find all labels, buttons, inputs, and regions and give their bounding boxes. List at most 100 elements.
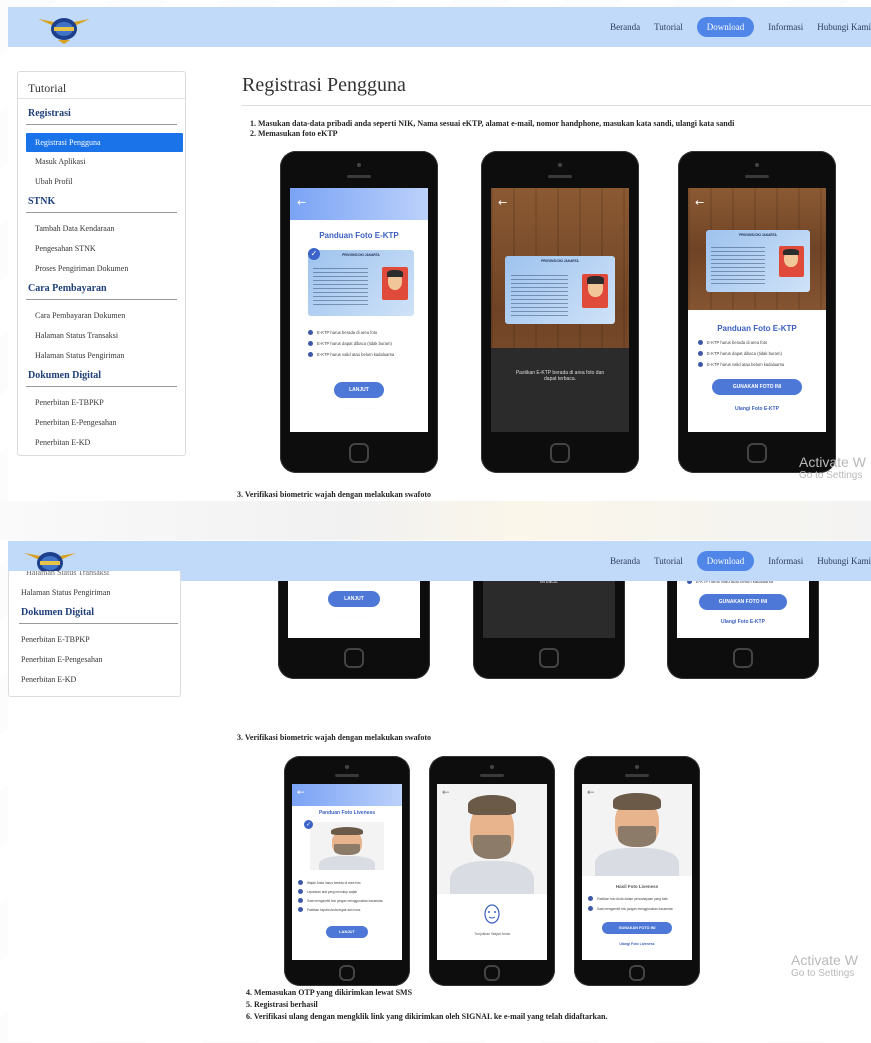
check-icon: ✓ (304, 820, 313, 829)
nav-hubungi-kami[interactable]: Hubungi Kami (817, 22, 871, 32)
sidebar-item-penerbitan-e-kd[interactable]: Penerbitan E-KD (18, 433, 185, 453)
phone-screen: ← Panduan Foto E-KTP PROVINSI DKI JAKART… (290, 188, 428, 432)
ulangi-foto-link[interactable]: Ulangi Foto E-KTP (677, 619, 809, 625)
faint-note: · · · · · · · · · · · · · · (334, 944, 360, 948)
nav-download[interactable]: Download (696, 17, 755, 37)
ktp-bullet: E-KTP harus dapat dibaca (tidak buram) (308, 341, 394, 352)
ektp-card-lines (313, 268, 369, 309)
back-arrow-icon[interactable]: ← (695, 196, 704, 209)
ektp-card-image: PROVINSI DKI JAKARTA (308, 250, 414, 316)
home-button-icon (629, 965, 645, 981)
home-button-icon (484, 965, 500, 981)
lanjut-button[interactable]: LANJUT (326, 926, 368, 938)
liveness-camera-face (437, 784, 547, 894)
phone-ktp-preview: ← PROVINSI DKI JAKARTA Panduan Foto E-KT… (678, 151, 836, 473)
sidebar-section-cara-pembayaran: Cara Pembayaran (28, 283, 107, 294)
sidebar-item-halaman-status-pengiriman[interactable]: Halaman Status Pengiriman (18, 346, 185, 366)
nav-download[interactable]: Download (696, 551, 755, 571)
gunakan-foto-button[interactable]: GUNAKAN FOTO INI (699, 594, 787, 610)
sidebar-item-penerbitan-e-kd[interactable]: Penerbitan E-KD (9, 670, 180, 690)
liveness-result-bullet: Saat mengambil foto jangan menggunakan k… (588, 906, 673, 916)
home-button-icon (747, 443, 767, 463)
sidebar-item-penerbitan-e-pengesahan[interactable]: Penerbitan E-Pengesahan (18, 413, 185, 433)
ktp-guide-title: Panduan Foto E-KTP (319, 231, 399, 240)
home-button-icon (733, 648, 753, 668)
phone-speaker (335, 774, 359, 777)
sidebar-item-penerbitan-e-tbpkp[interactable]: Penerbitan E-TBPKP (9, 630, 180, 650)
sidebar-item-halaman-status-pengiriman[interactable]: Halaman Status Pengiriman (9, 583, 180, 603)
liveness-bullet: Saat mengambil foto jangan menggunakan k… (298, 898, 383, 907)
ktp-bullet: E-KTP harus berada di area foto (308, 330, 394, 341)
back-arrow-icon[interactable]: ← (297, 788, 305, 798)
liveness-result-bullets: Pastikan foto Anda dalam pencahayaan yan… (588, 896, 673, 916)
sidebar-item-masuk-aplikasi[interactable]: Masuk Aplikasi (18, 152, 185, 172)
face-body (595, 848, 679, 876)
watermark-line1: Activate W (791, 952, 858, 968)
background-band (0, 500, 871, 540)
face-hair (467, 795, 517, 815)
faint-note: · · · · · · · · · · · · · · · · · · · (342, 406, 376, 410)
back-arrow-icon[interactable]: ← (442, 788, 450, 798)
sidebar-item-registrasi-pengguna[interactable]: Registrasi Pengguna (26, 133, 183, 152)
divider (26, 386, 177, 387)
sidebar-item-ubah-profil[interactable]: Ubah Profil (18, 172, 185, 192)
sidebar-item-proses-pengiriman-dokumen[interactable]: Proses Pengiriman Dokumen (18, 259, 185, 279)
phone-camera (357, 163, 361, 167)
step-4-text: 4. Memasukan OTP yang dikirimkan lewat S… (246, 988, 413, 997)
back-arrow-icon[interactable]: ← (498, 196, 507, 209)
nav-tutorial[interactable]: Tutorial (654, 22, 683, 32)
liveness-result-bullet: Pastikan foto Anda dalam pencahayaan yan… (588, 896, 673, 906)
liveness-bullet: Lepaskan alat yang menutup wajah (298, 889, 383, 898)
nav-informasi[interactable]: Informasi (768, 556, 803, 566)
sidebar-item-tambah-data-kendaraan[interactable]: Tambah Data Kendaraan (18, 219, 185, 239)
watermark-line1: Activate W (799, 454, 866, 470)
ulangi-foto-link[interactable]: Ulangi Foto E-KTP (688, 406, 826, 412)
ektp-face-image (382, 267, 408, 301)
sidebar-item-halaman-status-transaksi[interactable]: Halaman Status Transaksi (18, 326, 185, 346)
ektp-face-image (778, 246, 804, 278)
back-arrow-icon[interactable]: ← (587, 788, 595, 798)
sidebar-item-cara-pembayaran-dokumen[interactable]: Cara Pembayaran Dokumen (18, 306, 185, 326)
phone-liveness-result: ← Hasil Foto Liveness Pastikan foto Anda… (574, 756, 700, 986)
home-button-icon (339, 965, 355, 981)
sidebar-item-penerbitan-e-tbpkp[interactable]: Penerbitan E-TBPKP (18, 393, 185, 413)
phone-camera (635, 765, 639, 769)
nav-informasi[interactable]: Informasi (768, 22, 803, 32)
sidebar-section-dokumen-digital: Dokumen Digital (28, 370, 102, 381)
face-hair (612, 793, 662, 810)
back-arrow-icon[interactable]: ← (297, 196, 306, 209)
step-6-text: 6. Verifikasi ulang dengan mengklik link… (246, 1012, 608, 1021)
nav-tutorial[interactable]: Tutorial (654, 556, 683, 566)
watermark-line2: Go to Settings (799, 470, 863, 481)
liveness-result-title: Hasil Foto Liveness (615, 884, 659, 889)
lanjut-button[interactable]: LANJUT (328, 591, 380, 607)
signal-logo-icon[interactable] (34, 9, 94, 45)
liveness-result-face (582, 784, 692, 876)
sidebar-section-dokumen-digital: Dokumen Digital (21, 607, 95, 618)
nav-beranda[interactable]: Beranda (610, 22, 640, 32)
lanjut-button[interactable]: LANJUT (334, 382, 384, 398)
phone-liveness-guide: ← Panduan Foto Liveness ✓ Wajah Anda har… (284, 756, 410, 986)
nav-beranda[interactable]: Beranda (610, 556, 640, 566)
check-icon: ✓ (308, 248, 320, 260)
liveness-bullet: Wajah Anda harus berada di area foto (298, 880, 383, 889)
navbar: Beranda Tutorial Download Informasi Hubu… (8, 7, 871, 47)
sidebar-section-registrasi: Registrasi (28, 108, 71, 119)
ulangi-foto-liveness-link[interactable]: Ulangi Foto Liveness (582, 942, 692, 946)
sidebar-item-halaman-status-transaksi[interactable]: Halaman Status Transaksi (9, 571, 180, 583)
nav-hubungi-kami[interactable]: Hubungi Kami (817, 556, 871, 566)
sidebar-item-pengesahan-stnk[interactable]: Pengesahan STNK (18, 239, 185, 259)
ktp-guide-bullets: E-KTP harus berada di area foto E-KTP ha… (698, 340, 784, 373)
screen-header (292, 784, 402, 806)
phone-ktp-guide: ← Panduan Foto E-KTP PROVINSI DKI JAKART… (280, 151, 438, 473)
page-title: Registrasi Pengguna (242, 74, 406, 96)
gunakan-foto-button[interactable]: GUNAKAN FOTO INI (712, 379, 802, 395)
ktp-bullet: E-KTP harus berada di area foto (698, 340, 784, 351)
home-button-icon (349, 443, 369, 463)
face-body (318, 855, 376, 870)
ektp-card-lines (510, 275, 568, 316)
sidebar-item-penerbitan-e-pengesahan[interactable]: Penerbitan E-Pengesahan (9, 650, 180, 670)
ktp-bullet: E-KTP harus valid atau belum kadaluarsa (308, 352, 394, 363)
gunakan-foto-button[interactable]: GUNAKAN FOTO INI (602, 922, 672, 934)
tutorial-sidebar-scrolled: Halaman Status Transaksi Halaman Status … (8, 571, 181, 697)
